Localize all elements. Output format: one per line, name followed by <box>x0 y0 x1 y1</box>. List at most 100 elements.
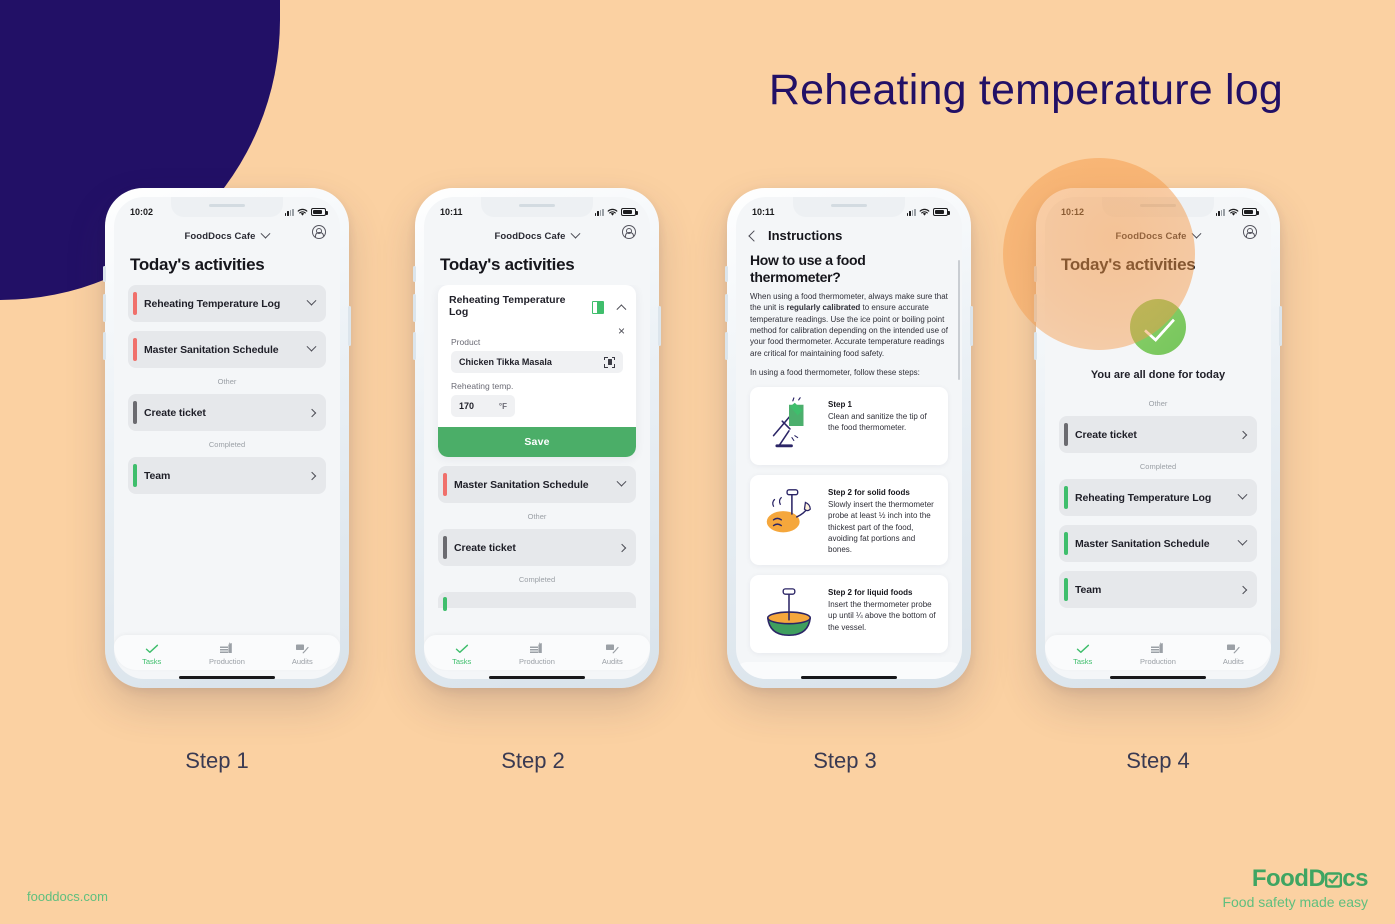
chevron-down-icon[interactable] <box>306 341 317 352</box>
chevron-down-icon[interactable] <box>306 295 317 306</box>
phone1-screen: 10:02 FoodDocs Cafe Today's activities R… <box>114 197 340 679</box>
silent-switch <box>413 266 416 282</box>
log-form: × Product Chicken Tikka Masala Reheating… <box>438 325 636 427</box>
chevron-down-icon[interactable] <box>616 476 627 487</box>
task-row[interactable]: Reheating Temperature Log <box>128 285 326 322</box>
chevron-right-icon[interactable] <box>307 408 317 417</box>
task-row[interactable]: Team <box>128 457 326 494</box>
status-time: 10:02 <box>130 207 154 217</box>
chevron-down-icon[interactable] <box>1237 535 1248 546</box>
status-bar-indicator <box>133 292 137 315</box>
expanded-card-title: Reheating Temperature Log <box>449 294 566 318</box>
barcode-scan-icon[interactable] <box>604 356 615 368</box>
caption-step-3: Step 3 <box>813 748 877 773</box>
section-label-completed: Completed <box>518 575 556 584</box>
battery-icon <box>311 208 328 216</box>
brand-name[interactable]: FoodDocs Cafe <box>185 231 256 242</box>
home-indicator[interactable] <box>801 675 897 679</box>
product-input[interactable]: Chicken Tikka Masala <box>451 351 623 373</box>
volume-up-button <box>1034 294 1037 322</box>
chevron-down-icon[interactable] <box>571 227 581 245</box>
nav-label: Audits <box>601 656 623 666</box>
nav-label: Tasks <box>452 656 472 666</box>
phone-mockup-step4: 10:12 FoodDocs Cafe Today's activities Y… <box>1034 188 1282 688</box>
wifi-icon <box>297 208 308 216</box>
task-row[interactable]: Master Sanitation Schedule <box>128 331 326 368</box>
logo-text-part3: cs <box>1342 864 1368 892</box>
chevron-right-icon[interactable] <box>617 543 627 552</box>
nav-item-audits[interactable]: Audits <box>1205 643 1261 666</box>
home-indicator[interactable] <box>1110 675 1206 679</box>
chevron-down-icon[interactable] <box>1192 227 1202 245</box>
step-title: Step 2 for solid foods <box>828 488 910 498</box>
signal-icon <box>284 208 294 216</box>
status-time: 10:12 <box>1061 207 1085 217</box>
nav-label: Production <box>209 656 245 666</box>
nav-label: Production <box>1140 656 1176 666</box>
fooddocs-logo: FoodD cs <box>1222 864 1369 892</box>
avatar-icon[interactable] <box>312 225 326 239</box>
home-indicator[interactable] <box>179 675 275 679</box>
chevron-down-icon[interactable] <box>261 227 271 245</box>
status-bar-indicator <box>1064 486 1068 509</box>
volume-down-button <box>103 332 106 360</box>
task-list[interactable]: Reheating Temperature Log × Product Chic… <box>424 285 650 635</box>
chevron-up-icon[interactable] <box>616 303 627 314</box>
silent-switch <box>1034 266 1037 282</box>
nav-item-production[interactable]: Production <box>199 641 255 666</box>
brand-name[interactable]: FoodDocs Cafe <box>495 231 566 242</box>
task-list[interactable]: You are all done for today Other Create … <box>1045 285 1271 635</box>
task-row[interactable]: Team <box>1059 571 1257 608</box>
task-list[interactable]: Reheating Temperature Log Master Sanitat… <box>114 285 340 635</box>
nav-item-tasks[interactable]: Tasks <box>1055 644 1111 666</box>
chevron-right-icon[interactable] <box>307 471 317 480</box>
avatar-icon[interactable] <box>622 225 636 239</box>
chevron-down-icon[interactable] <box>1237 489 1248 500</box>
status-bar-indicator <box>133 338 137 361</box>
avatar-icon[interactable] <box>1243 225 1257 239</box>
phone-mockup-step2: 10:11 FoodDocs Cafe Today's activities R… <box>413 188 661 688</box>
scrollbar[interactable] <box>958 260 960 380</box>
save-button[interactable]: Save <box>438 427 636 457</box>
status-bar: 10:11 <box>424 197 650 223</box>
close-icon[interactable]: × <box>618 325 625 337</box>
task-row[interactable]: Master Sanitation Schedule <box>1059 525 1257 562</box>
step-description: Slowly insert the thermometer probe at l… <box>828 500 934 554</box>
expanded-card-header[interactable]: Reheating Temperature Log <box>438 285 636 325</box>
task-row[interactable]: Master Sanitation Schedule <box>438 466 636 503</box>
volume-down-button <box>1034 332 1037 360</box>
temperature-input[interactable]: 170 °F <box>451 395 515 417</box>
home-indicator[interactable] <box>489 675 585 679</box>
volume-down-button <box>413 332 416 360</box>
task-row-partial[interactable] <box>438 592 636 611</box>
instructions-body[interactable]: How to use a food thermometer? When usin… <box>736 252 962 662</box>
footer-website[interactable]: fooddocs.com <box>27 889 108 904</box>
status-bar: 10:12 <box>1045 197 1271 223</box>
task-row[interactable]: Create ticket <box>438 529 636 566</box>
power-button <box>1279 306 1282 346</box>
task-row[interactable]: Reheating Temperature Log <box>1059 479 1257 516</box>
nav-item-tasks[interactable]: Tasks <box>124 644 180 666</box>
task-row[interactable]: Create ticket <box>128 394 326 431</box>
nav-item-tasks[interactable]: Tasks <box>434 644 490 666</box>
instructions-header: Instructions <box>736 223 962 252</box>
nav-item-audits[interactable]: Audits <box>584 643 640 666</box>
audits-icon <box>606 644 619 653</box>
chevron-left-icon[interactable] <box>748 229 760 242</box>
bottom-navigation: Tasks Production Audits <box>114 634 340 670</box>
brand-name[interactable]: FoodDocs Cafe <box>1116 231 1187 242</box>
chevron-right-icon[interactable] <box>1238 585 1248 594</box>
task-label: Master Sanitation Schedule <box>144 343 279 356</box>
task-row[interactable]: Create ticket <box>1059 416 1257 453</box>
book-icon[interactable] <box>592 300 605 314</box>
nav-item-production[interactable]: Production <box>509 641 565 666</box>
status-icons <box>1215 208 1259 217</box>
chevron-right-icon[interactable] <box>1238 430 1248 439</box>
nav-item-production[interactable]: Production <box>1130 641 1186 666</box>
task-label: Team <box>1075 583 1102 596</box>
nav-label: Tasks <box>1073 656 1093 666</box>
nav-item-audits[interactable]: Audits <box>274 643 330 666</box>
signal-icon <box>594 208 604 216</box>
task-label: Create ticket <box>144 406 206 419</box>
section-label-completed: Completed <box>1139 462 1177 471</box>
